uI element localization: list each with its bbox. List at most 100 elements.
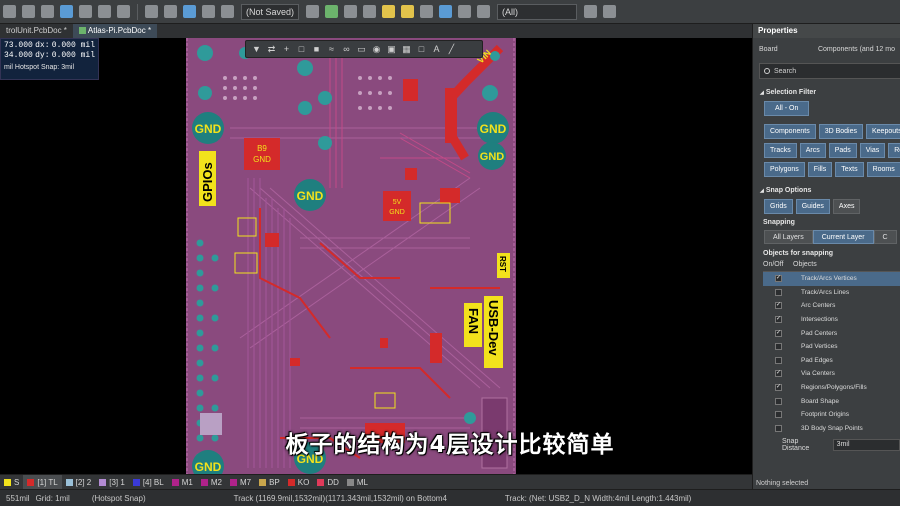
layer-tab[interactable]: BP [255,475,284,490]
3d-view-icon[interactable] [439,5,453,18]
all-on-button[interactable]: All - On [764,101,810,116]
snap-guides-button[interactable]: Guides [795,199,830,214]
filter-button[interactable]: Components [764,124,816,139]
snap-object-row[interactable]: Board Shape [763,394,900,408]
snap-object-checkbox[interactable]: ✓ [775,384,782,392]
polygon-icon[interactable]: ▭ [357,44,367,54]
snapping-mode-option[interactable]: C [873,230,897,244]
snap-object-checkbox[interactable]: ✓ [775,302,782,310]
snap-object-checkbox[interactable]: ✓ [775,370,782,378]
snap-object-row[interactable]: ✓ Via Centers [763,367,900,381]
highlight-icon[interactable] [382,5,396,18]
variant-select[interactable]: (Not Saved) [241,3,300,20]
filter-button[interactable]: Vias [859,143,886,158]
select-icon[interactable] [363,5,377,18]
measure-icon[interactable] [344,5,358,18]
snap-object-checkbox[interactable]: ✓ [775,275,782,283]
snap-object-checkbox[interactable]: ✓ [775,329,782,337]
filter-button[interactable]: Texts [835,162,864,177]
grid-icon[interactable] [3,5,16,18]
filter-button[interactable]: Arcs [799,143,826,158]
filter-button[interactable]: Keepouts [866,124,900,139]
text-icon[interactable]: A [432,44,442,54]
line-icon[interactable]: ╱ [447,44,457,54]
tab-controlunit[interactable]: trolUnit.PcbDoc * [0,24,73,38]
pad-icon[interactable]: ▣ [387,44,397,54]
undo-icon[interactable] [145,5,158,18]
snap-object-row[interactable]: ✓ Track/Arcs Vertices [763,272,900,286]
filter-icon[interactable]: ▼ [252,44,262,54]
search-field[interactable]: Search [759,63,900,79]
component-icon[interactable] [306,5,320,18]
snap-distance-input[interactable]: 3mil [832,439,900,452]
clear-filter-icon[interactable] [603,5,617,18]
print-icon[interactable] [79,5,92,18]
snap-object-row[interactable]: Pad Vertices [763,340,900,354]
via-icon[interactable]: ◉ [372,44,382,54]
lightbulb-icon[interactable] [401,5,415,18]
snap-object-checkbox[interactable] [775,288,782,296]
snap-axes-button[interactable]: Axes [832,199,861,214]
selection-filter-header[interactable]: Selection Filter [753,79,900,96]
snap-grids-button[interactable]: Grids [764,199,793,214]
snap-object-row[interactable]: ✓ Arc Centers [763,299,900,313]
grid-snap-icon[interactable] [22,5,35,18]
layer-tab[interactable]: [4] BL [129,475,168,490]
save-icon[interactable] [60,5,73,18]
folder-icon[interactable] [41,5,54,18]
snap-object-checkbox[interactable]: ✓ [775,316,782,324]
filter-icon[interactable] [584,5,598,18]
layer-tab[interactable]: M2 [197,475,226,490]
filter-button[interactable]: Tracks [764,143,797,158]
snap-object-checkbox[interactable] [775,397,782,405]
layer-tab[interactable]: DD [313,475,343,490]
tab-atlas-pi[interactable]: Atlas-Pi.PcbDoc * [72,24,158,38]
snap-object-checkbox[interactable] [775,356,782,364]
route-icon[interactable]: ≈ [327,44,337,54]
snap-object-row[interactable]: ✓ Pad Centers [763,326,900,340]
diff-pair-icon[interactable]: ∞ [342,44,352,54]
snapping-mode-option[interactable]: Current Layer [812,230,874,244]
filter-button[interactable]: Regi [888,143,900,158]
select-rect-icon[interactable]: □ [297,44,307,54]
pin-icon[interactable] [420,5,434,18]
filter-button[interactable]: Fills [807,162,833,177]
snap-object-checkbox[interactable] [775,424,782,432]
layer-tab[interactable]: S [0,475,23,490]
dropdown-icon[interactable] [221,5,234,18]
layer-tab[interactable]: M7 [226,475,255,490]
layer-icon[interactable] [477,5,491,18]
layer-tab[interactable]: [2] 2 [62,475,96,490]
filter-select[interactable]: (All) [497,3,578,20]
snap-object-row[interactable]: ✓ Regions/Polygons/Fills [763,381,900,395]
layer-tab[interactable]: M1 [168,475,197,490]
component-icon[interactable]: ■ [312,44,322,54]
rule-icon[interactable] [458,5,472,18]
tools-icon[interactable] [117,5,130,18]
copy-icon[interactable] [183,5,196,18]
snap-object-row[interactable]: Track/Arcs Lines [763,286,900,300]
snap-object-checkbox[interactable] [775,411,782,419]
move-icon[interactable]: ⇄ [267,44,277,54]
filter-button[interactable]: 3D Bodies [818,124,863,139]
snap-options-header[interactable]: Snap Options [753,177,900,194]
redo-icon[interactable] [164,5,177,18]
dimension-icon[interactable]: □ [417,44,427,54]
snap-object-row[interactable]: Footprint Origins [763,408,900,422]
filter-button[interactable]: Pads [828,143,857,158]
zoom-icon[interactable] [98,5,111,18]
filter-button[interactable]: Rooms [866,162,900,177]
place-icon[interactable]: + [282,44,292,54]
layer-tab[interactable]: [1] TL [23,474,62,490]
snap-object-row[interactable]: Pad Edges [763,354,900,368]
pcb-canvas[interactable]: B9 GND 5V GND GND GND GND GND GND GND GP… [0,38,752,474]
snapping-mode-option[interactable]: All Layers [764,230,813,244]
snap-object-row[interactable]: ✓ Intersections [763,313,900,327]
paste-icon[interactable] [202,5,215,18]
layer-tab[interactable]: KO [284,475,314,490]
route-icon[interactable] [325,5,339,18]
layer-tab[interactable]: ML [343,475,372,490]
board-value[interactable]: Components (and 12 mo [818,46,895,53]
filter-button[interactable]: Polygons [764,162,805,177]
snap-object-row[interactable]: 3D Body Snap Points [763,422,900,436]
